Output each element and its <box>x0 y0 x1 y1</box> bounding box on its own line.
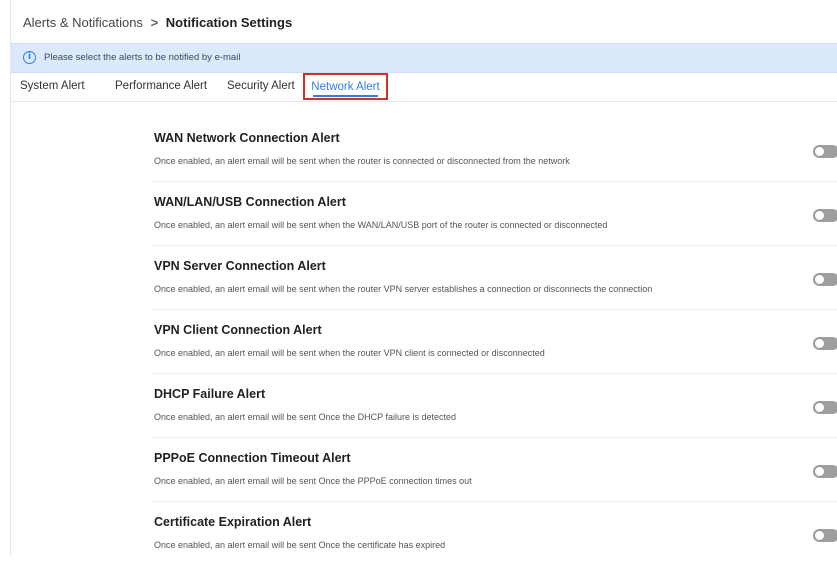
tab-system-alert[interactable]: System Alert <box>20 80 85 92</box>
alert-title: VPN Client Connection Alert <box>154 323 322 337</box>
wan-network-connection-alert-toggle[interactable] <box>813 145 837 158</box>
alert-title: VPN Server Connection Alert <box>154 259 326 273</box>
dhcp-failure-alert-toggle[interactable] <box>813 401 837 414</box>
tab-network-alert[interactable]: Network Alert <box>303 73 388 100</box>
toggle-knob <box>815 147 824 156</box>
pppoe-connection-timeout-alert-toggle[interactable] <box>813 465 837 478</box>
alert-title: PPPoE Connection Timeout Alert <box>154 451 351 465</box>
toggle-knob <box>815 403 824 412</box>
list-item: VPN Client Connection Alert Once enabled… <box>152 310 837 374</box>
vpn-server-connection-alert-toggle[interactable] <box>813 273 837 286</box>
toggle-knob <box>815 531 824 540</box>
breadcrumb-separator: > <box>150 15 159 30</box>
breadcrumb: Alerts & Notifications > Notification Se… <box>23 15 292 30</box>
alert-tabs: System Alert Performance Alert Security … <box>11 73 837 102</box>
alert-description: Once enabled, an alert email will be sen… <box>154 540 446 550</box>
list-item: DHCP Failure Alert Once enabled, an aler… <box>152 374 837 438</box>
toggle-knob <box>815 339 824 348</box>
alert-description: Once enabled, an alert email will be sen… <box>154 476 472 486</box>
alert-title: WAN Network Connection Alert <box>154 131 340 145</box>
tab-network-alert-label: Network Alert <box>311 81 380 93</box>
info-icon: i <box>23 51 36 64</box>
tab-performance-alert[interactable]: Performance Alert <box>115 80 207 92</box>
alert-list: WAN Network Connection Alert Once enable… <box>152 118 837 565</box>
list-item: PPPoE Connection Timeout Alert Once enab… <box>152 438 837 502</box>
alert-description: Once enabled, an alert email will be sen… <box>154 348 545 358</box>
active-tab-indicator <box>313 95 378 97</box>
info-text: Please select the alerts to be notified … <box>44 52 241 63</box>
list-item: VPN Server Connection Alert Once enabled… <box>152 246 837 310</box>
alert-description: Once enabled, an alert email will be sen… <box>154 156 570 166</box>
toggle-knob <box>815 211 824 220</box>
certificate-expiration-alert-toggle[interactable] <box>813 529 837 542</box>
list-item: WAN/LAN/USB Connection Alert Once enable… <box>152 182 837 246</box>
alert-description: Once enabled, an alert email will be sen… <box>154 220 608 230</box>
info-banner: i Please select the alerts to be notifie… <box>11 43 837 73</box>
vpn-client-connection-alert-toggle[interactable] <box>813 337 837 350</box>
tab-security-alert[interactable]: Security Alert <box>227 80 295 92</box>
alert-title: WAN/LAN/USB Connection Alert <box>154 195 346 209</box>
alert-title: Certificate Expiration Alert <box>154 515 312 529</box>
toggle-knob <box>815 467 824 476</box>
alert-title: DHCP Failure Alert <box>154 387 266 401</box>
list-item: WAN Network Connection Alert Once enable… <box>152 118 837 182</box>
notification-settings-page: Alerts & Notifications > Notification Se… <box>10 0 837 555</box>
breadcrumb-parent-link[interactable]: Alerts & Notifications <box>23 15 143 30</box>
alert-description: Once enabled, an alert email will be sen… <box>154 412 456 422</box>
list-item: Certificate Expiration Alert Once enable… <box>152 502 837 565</box>
alert-description: Once enabled, an alert email will be sen… <box>154 284 653 294</box>
page-title: Notification Settings <box>165 15 293 30</box>
wan-lan-usb-connection-alert-toggle[interactable] <box>813 209 837 222</box>
toggle-knob <box>815 275 824 284</box>
